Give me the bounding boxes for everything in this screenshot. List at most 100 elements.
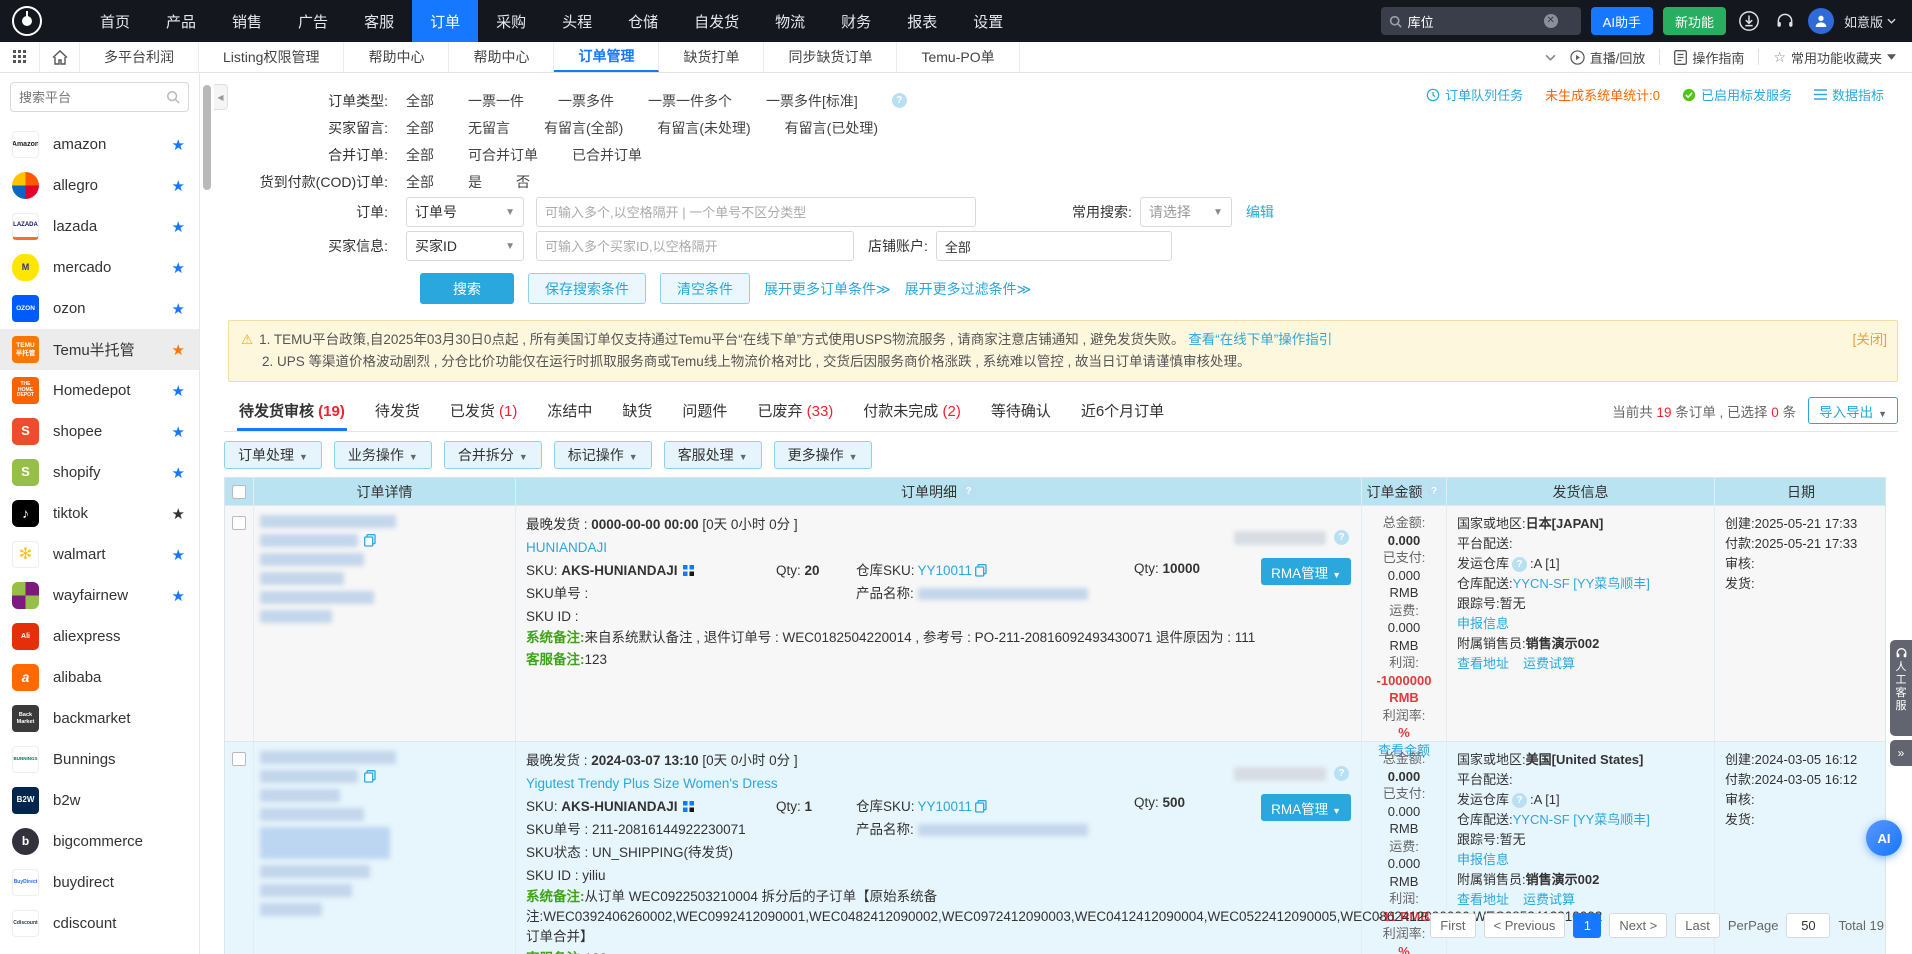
top-menu-item-财务[interactable]: 财务 [823,0,889,42]
filter-option-一票多件[interactable]: 一票多件 [558,91,614,111]
top-menu-item-广告[interactable]: 广告 [280,0,346,42]
notice-close-button[interactable]: [关闭] [1852,329,1887,351]
top-menu-item-物流[interactable]: 物流 [757,0,823,42]
sidebar-item-tiktok[interactable]: ♪tiktok★ [0,493,199,534]
store-account-input[interactable] [936,231,1172,261]
filter-option-一票一件多个[interactable]: 一票一件多个 [648,91,732,111]
filter-option-一票一件[interactable]: 一票一件 [468,91,524,111]
filter-option-可合并订单[interactable]: 可合并订单 [468,145,538,165]
label-service-enabled-link[interactable]: 已启用标发服务 [1682,85,1792,104]
filter-option-全部[interactable]: 全部 [406,145,434,165]
filter-option-是[interactable]: 是 [468,172,482,192]
declare-info-link[interactable]: 申报信息 [1457,614,1714,634]
favorite-star-icon[interactable]: ★ [172,464,185,482]
help-icon[interactable]: ? [1512,557,1527,572]
sidebar-item-cdiscount[interactable]: Cdiscountcdiscount [0,903,199,944]
favorites-menu[interactable]: ☆ 常用功能收藏夹 [1773,48,1896,67]
favorite-star-icon[interactable]: ★ [172,136,185,154]
common-search-select[interactable]: 请选择▼ [1140,197,1232,227]
more-tabs-chevron-icon[interactable] [1545,54,1556,61]
favorite-star-icon[interactable]: ★ [172,382,185,400]
favorite-star-icon[interactable]: ★ [172,259,185,277]
top-menu-item-产品[interactable]: 产品 [148,0,214,42]
platform-search-input[interactable] [19,90,159,105]
status-tab-付款未完成[interactable]: 付款未完成 (2) [861,400,963,431]
global-search-input[interactable] [1408,14,1538,29]
ai-assistant-button[interactable]: AI助手 [1591,7,1653,35]
filter-option-一票多件[标准][interactable]: 一票多件[标准] [766,91,858,111]
top-menu-item-采购[interactable]: 采购 [478,0,544,42]
sidebar-item-ozon[interactable]: OZONozon★ [0,288,199,329]
action-button-业务操作[interactable]: 业务操作▼ [334,441,432,469]
page-last-button[interactable]: Last [1675,913,1720,938]
status-tab-已废弃[interactable]: 已废弃 (33) [755,400,835,431]
workspace-tab-订单管理[interactable]: 订单管理 [554,42,659,72]
sidebar-item-Homedepot[interactable]: THEHOMEDEPOTHomedepot★ [0,370,199,411]
row-checkbox[interactable] [232,516,246,530]
action-button-合并拆分[interactable]: 合并拆分▼ [444,441,542,469]
page-next-button[interactable]: Next > [1609,913,1667,938]
sidebar-item-amazon[interactable]: Amazonamazon★ [0,124,199,165]
favorite-star-icon[interactable]: ★ [172,177,185,195]
top-menu-item-报表[interactable]: 报表 [889,0,955,42]
platform-search[interactable] [10,82,189,112]
home-icon[interactable] [40,42,80,72]
filter-option-已合并订单[interactable]: 已合并订单 [572,145,642,165]
help-icon[interactable]: ? [1512,793,1527,808]
favorite-star-icon[interactable]: ★ [172,341,185,359]
freight-estimate-link[interactable]: 运费试算 [1523,656,1575,671]
ungenerated-orders-stat[interactable]: 未生成系统单统计:0 [1545,85,1660,104]
product-title-link[interactable]: Yigutest Trendy Plus Size Women's Dress [526,776,778,791]
buyer-info-type-select[interactable]: 买家ID▼ [406,231,524,261]
live-replay-link[interactable]: 直播/回放 [1570,48,1646,67]
copy-icon[interactable] [975,564,987,577]
status-tab-已发货[interactable]: 已发货 (1) [448,400,520,431]
collapse-widgets-button[interactable]: » [1890,740,1912,766]
filter-option-否[interactable]: 否 [516,172,530,192]
filter-option-全部[interactable]: 全部 [406,118,434,138]
copy-icon[interactable] [364,770,376,783]
sidebar-item-allegro[interactable]: allegro★ [0,165,199,206]
sidebar-item-buydirect[interactable]: BuyDirectbuydirect [0,862,199,903]
workspace-tab-帮助中心[interactable]: 帮助中心 [449,42,554,72]
freight-estimate-link[interactable]: 运费试算 [1523,892,1575,907]
copy-icon[interactable] [364,534,376,547]
sidebar-item-Bunnings[interactable]: BUNNINGSBunnings [0,739,199,780]
clear-search-icon[interactable]: ✕ [1544,14,1558,28]
import-export-button[interactable]: 导入导出▼ [1808,397,1898,424]
edit-common-search-link[interactable]: 编辑 [1246,202,1274,222]
status-tab-近6个月订单[interactable]: 近6个月订单 [1079,400,1166,431]
workspace-tab-多平台利润[interactable]: 多平台利润 [80,42,199,72]
action-button-订单处理[interactable]: 订单处理▼ [224,441,322,469]
expand-filter-conditions-link[interactable]: 展开更多过滤条件≫ [905,279,1032,299]
sidebar-item-aliexpress[interactable]: Alialiexpress [0,616,199,657]
workspace-tab-同步缺货订单[interactable]: 同步缺货订单 [764,42,897,72]
notice-guide-link[interactable]: 查看“在线下单”操作指引 [1188,332,1332,347]
favorite-star-icon[interactable]: ★ [172,587,185,605]
expand-order-conditions-link[interactable]: 展开更多订单条件≫ [764,279,891,299]
filter-option-全部[interactable]: 全部 [406,172,434,192]
status-tab-缺货[interactable]: 缺货 [620,400,654,431]
top-menu-item-销售[interactable]: 销售 [214,0,280,42]
status-tab-待发货审核[interactable]: 待发货审核 (19) [237,400,347,431]
copy-icon[interactable] [975,800,987,813]
filter-option-无留言[interactable]: 无留言 [468,118,510,138]
filter-option-有留言(未处理)[interactable]: 有留言(未处理) [657,118,750,138]
ai-floating-button[interactable]: AI [1866,820,1902,856]
order-number-type-select[interactable]: 订单号▼ [406,197,524,227]
rma-manage-button[interactable]: RMA管理▼ [1261,794,1351,821]
view-address-link[interactable]: 查看地址 [1457,892,1509,907]
select-all-checkbox[interactable] [232,485,246,499]
sidebar-item-alibaba[interactable]: aalibaba [0,657,199,698]
sidebar-item-backmarket[interactable]: BackMarketbackmarket [0,698,199,739]
help-icon[interactable]: ? [1334,766,1349,781]
favorite-star-icon[interactable]: ★ [172,505,185,523]
global-search[interactable]: ✕ [1381,7,1581,35]
customer-service-tab[interactable]: 人工客服 [1890,640,1912,736]
page-prev-button[interactable]: < Previous [1484,913,1566,938]
headset-icon[interactable] [1772,8,1798,34]
sidebar-item-shopify[interactable]: Sshopify★ [0,452,199,493]
user-avatar[interactable] [1808,8,1834,34]
workspace-tab-缺货打单[interactable]: 缺货打单 [659,42,764,72]
workspace-tab-Listing权限管理[interactable]: Listing权限管理 [199,42,344,72]
